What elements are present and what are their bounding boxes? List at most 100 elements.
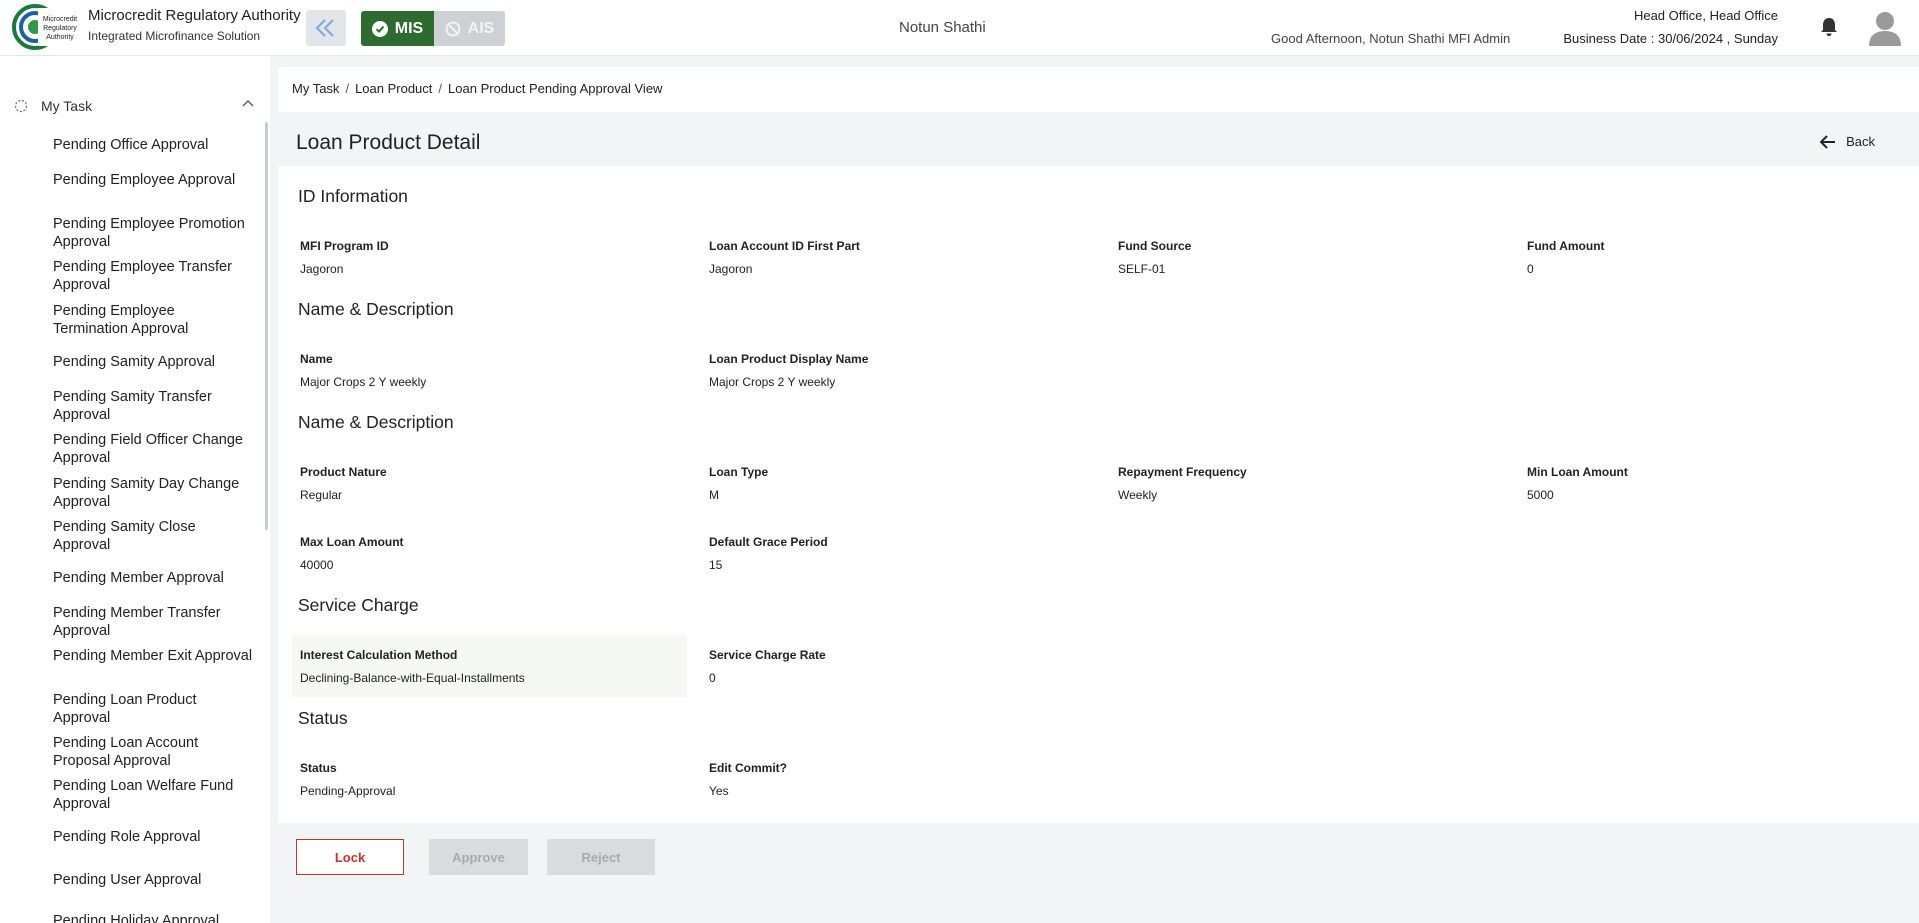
field-value: Major Crops 2 Y weekly [709, 375, 836, 389]
field-value: 15 [709, 558, 723, 572]
sidebar-item-pending-samity-transfer-approval[interactable]: Pending Samity Transfer Approval [53, 388, 253, 424]
logo-icon: Microcredit Regulatory Authority [12, 4, 80, 50]
field-value: M [709, 488, 719, 502]
loan-product-detail-panel: Loan Product Detail Back ID Information … [278, 120, 1919, 823]
sidebar-item-pending-samity-close-approval[interactable]: Pending Samity Close Approval [53, 518, 253, 554]
field-label: Loan Product Display Name [709, 352, 869, 366]
field-label: Default Grace Period [709, 535, 828, 549]
org-name: Microcredit Regulatory Authority [88, 7, 301, 24]
breadcrumb-bar: My Task / Loan Product / Loan Product Pe… [278, 67, 1919, 112]
section-title-name-description-2: Name & Description [298, 412, 454, 432]
approve-button[interactable]: Approve [429, 839, 528, 875]
field-label: Loan Account ID First Part [709, 239, 860, 253]
field-mfi-program-id: MFI Program ID Jagoron [300, 239, 680, 276]
breadcrumb-current: Loan Product Pending Approval View [448, 81, 663, 96]
field-label: Max Loan Amount [300, 535, 404, 549]
action-bar: Lock Approve Reject [278, 823, 1919, 880]
section-title-service-charge: Service Charge [298, 595, 419, 615]
field-label: Interest Calculation Method [300, 648, 458, 662]
field-loan-account-id-first-part: Loan Account ID First Part Jagoron [709, 239, 1089, 276]
field-edit-commit: Edit Commit? Yes [709, 761, 1089, 798]
spinner-icon [14, 99, 28, 113]
field-name: Name Major Crops 2 Y weekly [300, 352, 680, 389]
double-chevron-left-icon [315, 19, 334, 37]
field-label: Status [300, 761, 337, 775]
sidebar-item-pending-field-officer-change-approval[interactable]: Pending Field Officer Change Approval [53, 431, 253, 467]
field-service-charge-rate: Service Charge Rate 0 [709, 648, 1089, 685]
field-label: Loan Type [709, 465, 769, 479]
sidebar: My Task Pending Office Approval Pending … [0, 56, 270, 923]
arrow-left-icon [1820, 134, 1836, 149]
ais-label: AIS [467, 19, 495, 37]
sidebar-item-pending-employee-transfer-approval[interactable]: Pending Employee Transfer Approval [53, 258, 253, 294]
office-name: Head Office, Head Office [1633, 8, 1778, 23]
module-switch: MIS AIS [361, 11, 505, 46]
lock-button[interactable]: Lock [296, 839, 404, 875]
sidebar-scrollbar[interactable] [265, 122, 268, 530]
sidebar-item-pending-member-transfer-approval[interactable]: Pending Member Transfer Approval [53, 604, 253, 640]
breadcrumb-separator: / [345, 81, 350, 96]
field-value: Pending-Approval [300, 784, 396, 798]
sidebar-item-pending-holiday-approval[interactable]: Pending Holiday Approval [53, 912, 253, 923]
field-product-nature: Product Nature Regular [300, 465, 680, 502]
field-value: Major Crops 2 Y weekly [300, 375, 427, 389]
field-label: Edit Commit? [709, 761, 787, 775]
sidebar-item-pending-role-approval[interactable]: Pending Role Approval [53, 828, 253, 846]
svg-text:Authority: Authority [46, 34, 74, 41]
field-status: Status Pending-Approval [300, 761, 680, 798]
field-max-loan-amount: Max Loan Amount 40000 [300, 535, 680, 572]
user-avatar-icon[interactable] [1868, 10, 1902, 46]
sidebar-item-pending-samity-day-change-approval[interactable]: Pending Samity Day Change Approval [53, 475, 253, 511]
field-value: Weekly [1118, 488, 1158, 502]
breadcrumb-loan-product[interactable]: Loan Product [355, 81, 432, 96]
section-title-status: Status [298, 708, 348, 728]
field-value: 5000 [1527, 488, 1554, 502]
breadcrumb-separator: / [438, 81, 443, 96]
sidebar-collapse-button[interactable] [306, 10, 346, 46]
field-value: Declining-Balance-with-Equal-Installment… [300, 671, 525, 685]
reject-button[interactable]: Reject [547, 839, 655, 875]
field-label: Product Nature [300, 465, 387, 479]
mfi-name: Notun Shathi [899, 19, 986, 36]
field-value: 40000 [300, 558, 334, 572]
field-fund-amount: Fund Amount 0 [1527, 239, 1907, 276]
field-value: Jagoron [709, 262, 753, 276]
field-interest-calculation-method: Interest Calculation Method Declining-Ba… [292, 635, 687, 697]
panel-header: Loan Product Detail Back [278, 120, 1919, 166]
greeting-text: Good Afternoon, Notun Shathi MFI Admin [1271, 31, 1511, 46]
svg-text:Regulatory: Regulatory [43, 25, 77, 32]
sidebar-item-pending-loan-welfare-fund-approval[interactable]: Pending Loan Welfare Fund Approval [53, 777, 253, 813]
sidebar-item-pending-office-approval[interactable]: Pending Office Approval [53, 136, 253, 154]
bell-icon[interactable] [1820, 17, 1838, 37]
sidebar-item-pending-member-exit-approval[interactable]: Pending Member Exit Approval [53, 647, 253, 665]
field-repayment-frequency: Repayment Frequency Weekly [1118, 465, 1498, 502]
field-label: MFI Program ID [300, 239, 389, 253]
sidebar-item-pending-employee-termination-approval[interactable]: Pending Employee Termination Approval [53, 302, 253, 338]
section-title-name-description: Name & Description [298, 299, 454, 319]
check-circle-icon [371, 20, 388, 37]
ais-toggle-button[interactable]: AIS [434, 11, 505, 46]
field-value: SELF-01 [1118, 262, 1166, 276]
sidebar-item-pending-user-approval[interactable]: Pending User Approval [53, 871, 253, 889]
sidebar-item-pending-employee-promotion-approval[interactable]: Pending Employee Promotion Approval [53, 215, 253, 251]
sidebar-item-pending-loan-account-proposal-approval[interactable]: Pending Loan Account Proposal Approval [53, 734, 253, 770]
field-value: Yes [709, 784, 729, 798]
field-value: 0 [1527, 262, 1534, 276]
field-label: Name [300, 352, 333, 366]
field-loan-product-display-name: Loan Product Display Name Major Crops 2 … [709, 352, 1089, 389]
back-button[interactable]: Back [1820, 134, 1875, 149]
sidebar-item-pending-samity-approval[interactable]: Pending Samity Approval [53, 353, 253, 371]
mis-toggle-button[interactable]: MIS [361, 11, 434, 46]
page-title: Loan Product Detail [296, 131, 481, 154]
sidebar-item-pending-employee-approval[interactable]: Pending Employee Approval [53, 171, 253, 189]
chevron-up-icon[interactable] [242, 99, 254, 107]
svg-text:Microcredit: Microcredit [43, 16, 77, 23]
sidebar-item-pending-loan-product-approval[interactable]: Pending Loan Product Approval [53, 691, 253, 727]
sidebar-group-my-task[interactable]: My Task [14, 93, 254, 119]
sidebar-item-pending-member-approval[interactable]: Pending Member Approval [53, 569, 253, 587]
field-label: Fund Source [1118, 239, 1192, 253]
breadcrumb-my-task[interactable]: My Task [292, 81, 339, 96]
field-label: Repayment Frequency [1118, 465, 1247, 479]
field-value: 0 [709, 671, 716, 685]
field-loan-type: Loan Type M [709, 465, 1089, 502]
